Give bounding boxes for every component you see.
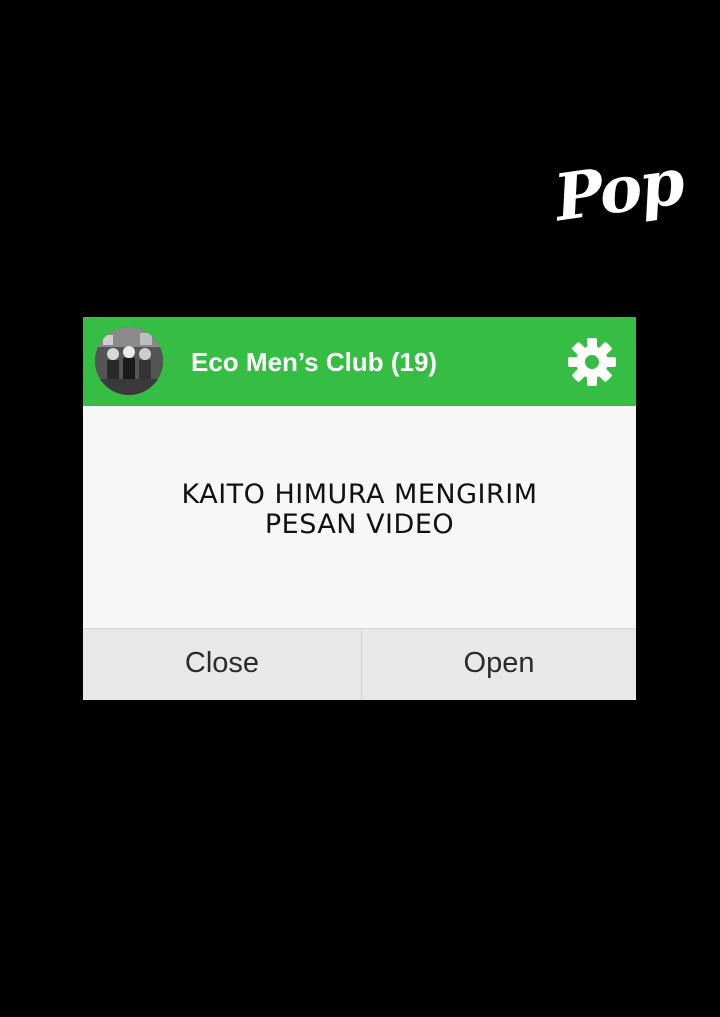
- dialog-body: KAITO HIMURA MENGIRIM PESAN VIDEO: [83, 406, 636, 628]
- notification-dialog: Eco Men’s Club (19) KAITO HIMURA MENGIRI…: [83, 317, 636, 700]
- notification-message: KAITO HIMURA MENGIRIM PESAN VIDEO: [103, 480, 616, 540]
- group-photo-icon: [95, 327, 163, 395]
- close-button[interactable]: Close: [83, 629, 361, 700]
- group-avatar: [95, 327, 163, 395]
- gear-icon[interactable]: [566, 336, 618, 388]
- open-button[interactable]: Open: [362, 629, 636, 700]
- dialog-header: Eco Men’s Club (19): [83, 317, 636, 406]
- sound-effect-text: Pop: [550, 144, 688, 237]
- group-name: Eco Men’s Club (19): [191, 347, 438, 377]
- message-line-1: KAITO HIMURA MENGIRIM: [181, 479, 538, 510]
- dialog-footer: Close Open: [83, 628, 636, 700]
- message-line-2: PESAN VIDEO: [264, 509, 455, 540]
